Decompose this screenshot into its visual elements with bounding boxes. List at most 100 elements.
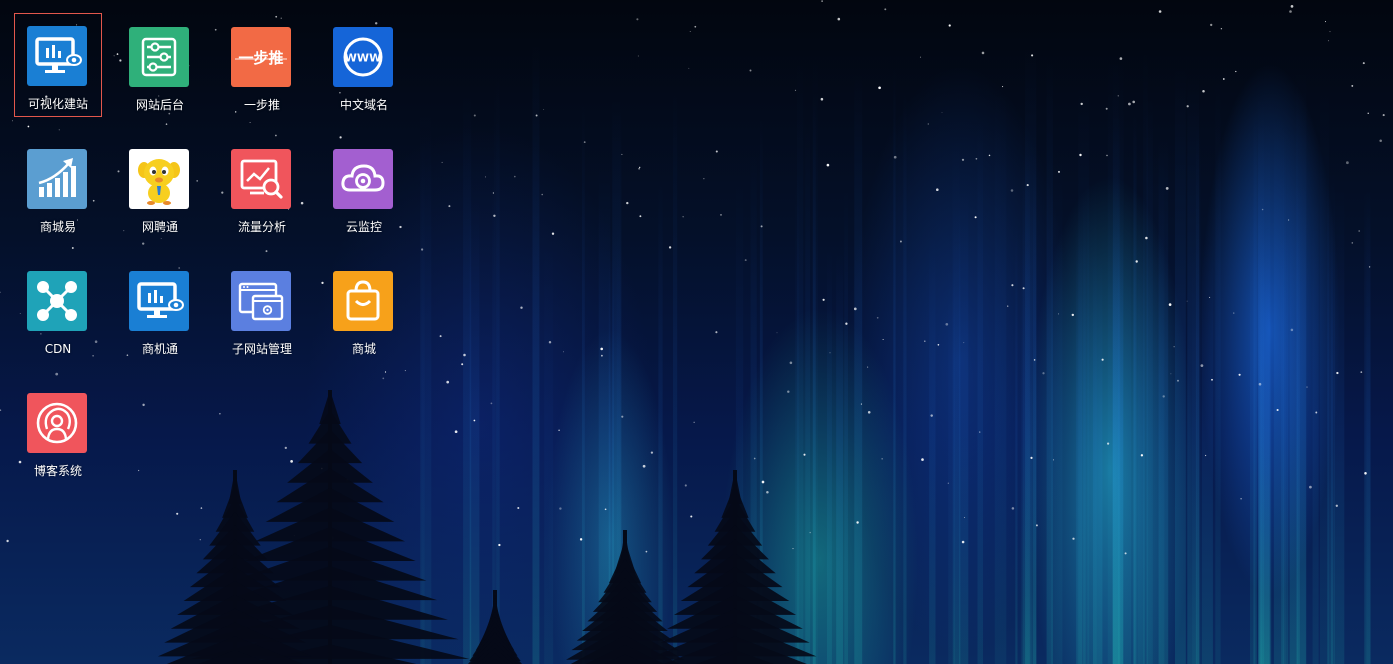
monitor-chart-eye-icon (27, 26, 87, 86)
aurora-streak (1258, 122, 1263, 664)
star (1200, 364, 1204, 367)
icon-text: 一步推 (238, 49, 283, 67)
shopping-bag-icon (333, 271, 393, 331)
star (876, 316, 879, 319)
aurora-streak (759, 115, 763, 664)
star (541, 193, 543, 196)
star (1364, 472, 1367, 475)
app-label: 流量分析 (237, 220, 286, 234)
aurora-streak (463, 89, 472, 664)
star (792, 548, 794, 550)
star (1290, 328, 1294, 332)
star (1233, 312, 1235, 314)
star (1202, 90, 1205, 93)
app-visual-site-builder[interactable]: 可视化建站 (14, 13, 102, 117)
aurora-streak (1124, 191, 1131, 664)
star (1031, 54, 1034, 57)
app-cloud-monitor[interactable]: 云监控 (320, 136, 408, 240)
star (1010, 189, 1014, 192)
aurora-streak (795, 169, 800, 664)
app-cdn[interactable]: CDN (14, 258, 102, 362)
aurora-streak (1201, 240, 1213, 664)
aurora-streak (1260, 234, 1272, 664)
star (639, 215, 642, 218)
app-wangpintong[interactable]: 网聘通 (116, 136, 204, 240)
star (1276, 408, 1279, 412)
star (441, 161, 443, 163)
star (559, 507, 562, 510)
star (1261, 208, 1264, 211)
app-yibutui[interactable]: 一步推 一步推 (218, 14, 306, 118)
star (927, 123, 929, 125)
star (1145, 236, 1148, 240)
app-label: 云监控 (345, 220, 382, 234)
star (761, 480, 765, 484)
star (820, 97, 824, 101)
star (1135, 260, 1138, 263)
star (1367, 112, 1369, 114)
star (826, 163, 830, 167)
star (1106, 154, 1108, 157)
app-site-admin[interactable]: 网站后台 (116, 14, 204, 118)
star (650, 451, 654, 454)
star (837, 17, 841, 21)
star (945, 322, 949, 326)
aurora-streak (750, 149, 757, 664)
star (1327, 40, 1330, 42)
star (1162, 395, 1165, 398)
star (703, 178, 705, 180)
star (1235, 70, 1237, 73)
star (981, 51, 985, 55)
star (947, 482, 949, 484)
star (867, 366, 869, 368)
star (715, 150, 718, 153)
cloud-camera-icon (333, 149, 393, 209)
app-traffic-analysis[interactable]: 流量分析 (218, 136, 306, 240)
star (492, 192, 494, 194)
aurora-streak (1093, 250, 1103, 664)
star (249, 121, 251, 124)
star (1258, 382, 1262, 386)
star (809, 531, 811, 534)
aurora-streak (1250, 191, 1255, 664)
star (963, 342, 965, 344)
aurora-streak (616, 215, 622, 664)
aurora-streak (1286, 121, 1298, 664)
app-label: CDN (44, 342, 72, 356)
star (941, 112, 943, 113)
aurora-streak (893, 64, 896, 664)
star (601, 354, 603, 357)
star (1211, 378, 1213, 381)
star (448, 205, 451, 208)
star (1288, 219, 1290, 221)
app-chinese-domain[interactable]: WWW 中文域名 (320, 14, 408, 118)
star (0, 409, 2, 411)
star (715, 331, 718, 334)
star (789, 361, 793, 365)
star (137, 469, 140, 472)
star (766, 490, 769, 494)
app-shangjitong[interactable]: 商机通 (116, 258, 204, 362)
browser-windows-gear-icon (231, 271, 291, 331)
star (535, 114, 538, 117)
star (642, 464, 646, 468)
app-mall[interactable]: 商城 (320, 258, 408, 362)
star (803, 453, 806, 456)
aurora-streak (1320, 78, 1329, 664)
star (1324, 21, 1327, 23)
star (1309, 485, 1312, 489)
aurora-streak (977, 112, 983, 664)
star (345, 478, 349, 482)
app-mall-easy[interactable]: 商城易 (14, 136, 102, 240)
star (200, 507, 203, 509)
app-subsite-management[interactable]: 子网站管理 (218, 258, 306, 362)
aurora-streak (1015, 218, 1018, 664)
aurora-streak (1192, 239, 1197, 664)
star (12, 120, 13, 122)
star (636, 18, 639, 21)
star (27, 125, 30, 128)
star (930, 414, 933, 417)
app-blog-system[interactable]: 博客系统 (14, 380, 102, 484)
aurora-streak (658, 176, 663, 664)
star (1351, 84, 1354, 87)
